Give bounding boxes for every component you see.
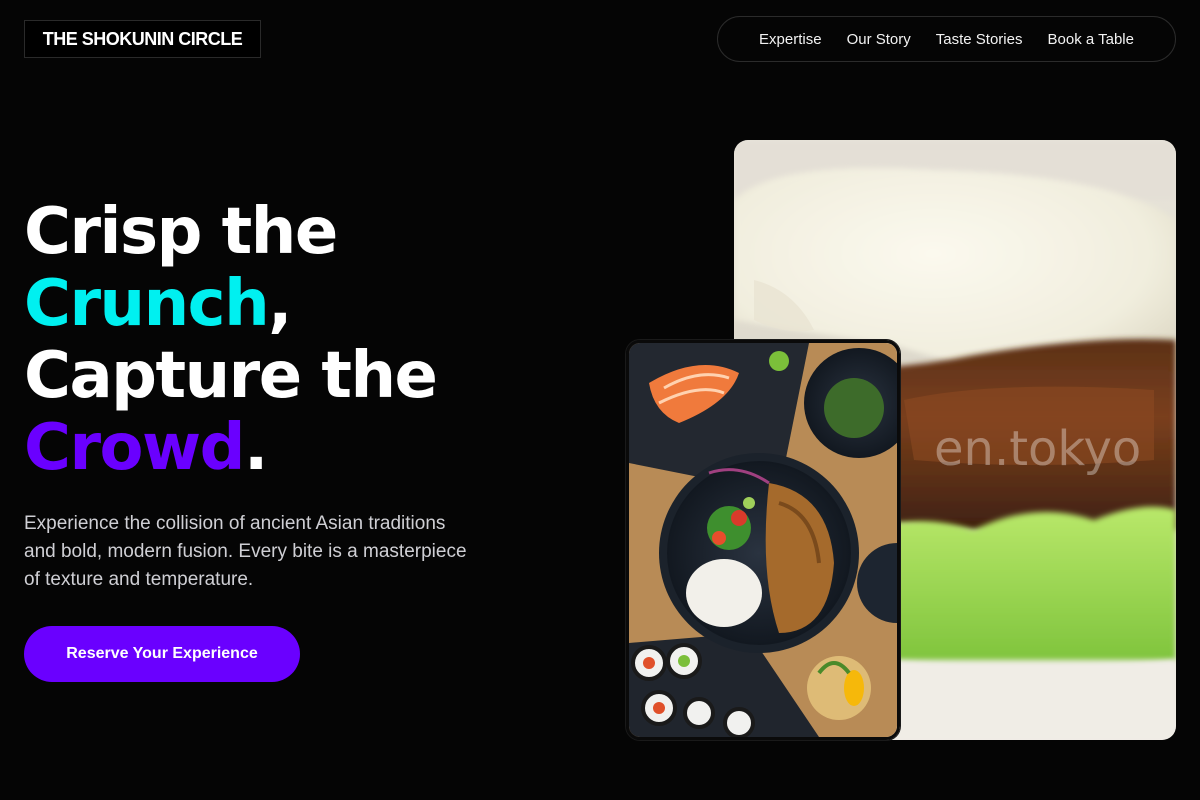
headline-period: . <box>243 411 268 485</box>
nav-item-expertise[interactable]: Expertise <box>759 31 822 48</box>
headline-line-4: Crowd. <box>24 412 436 484</box>
hero-headline: Crisp the Crunch, Capture the Crowd. <box>24 195 438 484</box>
brand-logo[interactable]: THE SHOKUNIN CIRCLE <box>24 20 261 58</box>
highlight-crowd: Crowd <box>24 411 245 485</box>
main-nav: Expertise Our Story Taste Stories Book a… <box>717 16 1176 62</box>
highlight-crunch: Crunch <box>24 267 270 341</box>
nav-item-our-story[interactable]: Our Story <box>847 31 911 48</box>
hero-description: Experience the collision of ancient Asia… <box>24 513 467 590</box>
photo-watermark: en.tokyo <box>934 421 1141 477</box>
headline-comma: , <box>268 267 292 341</box>
brand-name: THE SHOKUNIN CIRCLE <box>42 28 243 49</box>
sushi-platter-photo <box>626 340 900 740</box>
hero-page: THE SHOKUNIN CIRCLE Expertise Our Story … <box>0 0 1200 800</box>
headline-line-1: Crisp the <box>24 195 338 269</box>
headline-line-2: Crunch, <box>24 268 436 340</box>
nav-item-taste-stories[interactable]: Taste Stories <box>936 31 1023 48</box>
headline-line-3: Capture the <box>24 339 438 413</box>
nav-item-book-a-table[interactable]: Book a Table <box>1048 31 1134 48</box>
reserve-experience-button[interactable]: Reserve Your Experience <box>24 626 300 682</box>
